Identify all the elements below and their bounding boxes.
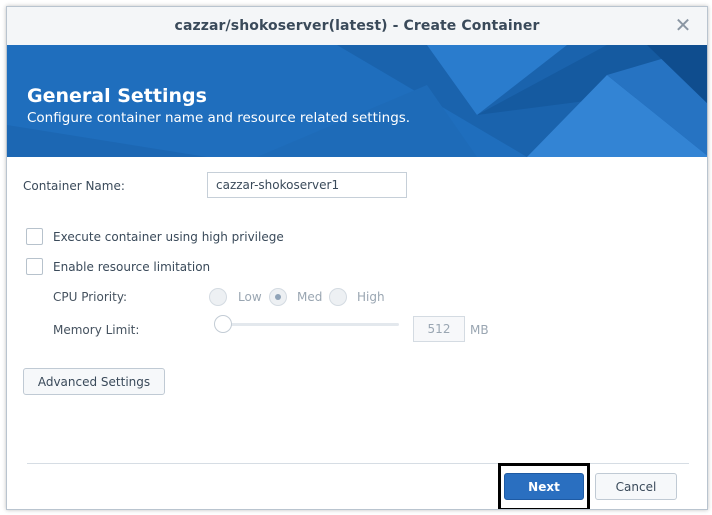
container-name-label: Container Name: bbox=[23, 179, 125, 193]
cpu-high-label: High bbox=[357, 290, 385, 304]
memory-unit-label: MB bbox=[470, 323, 489, 337]
cpu-low-label: Low bbox=[238, 290, 262, 304]
header-banner: General Settings Configure container nam… bbox=[7, 45, 707, 157]
high-privilege-label: Execute container using high privilege bbox=[53, 230, 284, 244]
cancel-button[interactable]: Cancel bbox=[595, 473, 677, 500]
window-title: cazzar/shokoserver(latest) - Create Cont… bbox=[174, 18, 540, 34]
memory-slider-thumb[interactable] bbox=[214, 315, 232, 333]
footer-divider bbox=[27, 463, 689, 464]
high-privilege-checkbox[interactable] bbox=[26, 228, 43, 245]
banner-subtitle: Configure container name and resource re… bbox=[27, 110, 411, 126]
title-bar[interactable]: cazzar/shokoserver(latest) - Create Cont… bbox=[7, 7, 707, 45]
memory-slider-track[interactable] bbox=[217, 323, 399, 326]
memory-limit-label: Memory Limit: bbox=[53, 323, 140, 337]
next-button[interactable]: Next bbox=[504, 473, 584, 500]
cpu-med-label: Med bbox=[297, 290, 323, 304]
resource-limit-checkbox[interactable] bbox=[26, 258, 43, 275]
container-name-input[interactable] bbox=[207, 172, 407, 198]
close-icon[interactable]: ✕ bbox=[673, 15, 693, 35]
create-container-dialog: cazzar/shokoserver(latest) - Create Cont… bbox=[6, 6, 708, 510]
memory-limit-input[interactable] bbox=[413, 316, 465, 342]
cpu-med-radio[interactable] bbox=[269, 288, 287, 306]
resource-limit-label: Enable resource limitation bbox=[53, 260, 211, 274]
banner-title: General Settings bbox=[27, 85, 207, 107]
cpu-priority-label: CPU Priority: bbox=[53, 290, 128, 304]
advanced-settings-button[interactable]: Advanced Settings bbox=[23, 368, 165, 395]
cpu-low-radio[interactable] bbox=[209, 288, 227, 306]
cpu-high-radio[interactable] bbox=[329, 288, 347, 306]
